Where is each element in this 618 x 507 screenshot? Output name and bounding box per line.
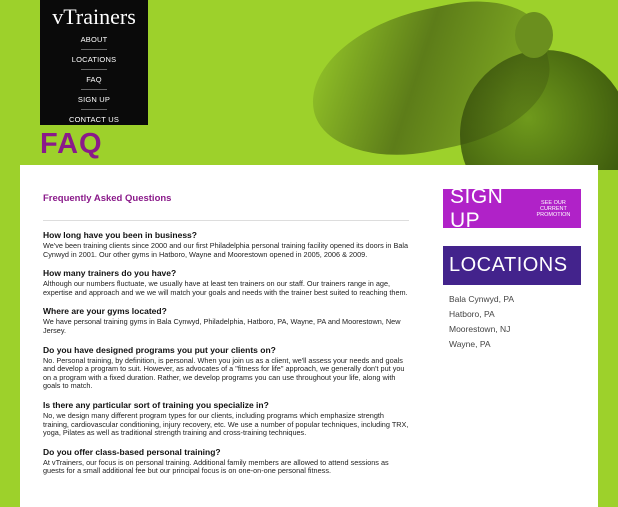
nav-panel: vTrainers ABOUT LOCATIONS FAQ SIGN UP CO…: [40, 0, 148, 125]
faq-heading: Frequently Asked Questions: [43, 193, 172, 204]
nav-divider: [81, 89, 107, 90]
faq-question: Where are your gyms located?: [43, 306, 167, 317]
faq-question: How many trainers do you have?: [43, 268, 177, 279]
logo[interactable]: vTrainers: [40, 0, 148, 30]
nav-divider: [81, 49, 107, 50]
faq-item: Do you offer class-based personal traini…: [43, 447, 409, 476]
nav-faq[interactable]: FAQ: [40, 72, 148, 87]
nav-divider: [81, 69, 107, 70]
content-panel: Frequently Asked Questions How long have…: [20, 165, 598, 507]
faq-answer: No. Personal training, by definition, is…: [43, 355, 405, 391]
faq-item: How many trainers do you have? Although …: [43, 268, 409, 297]
faq-column: Frequently Asked Questions How long have…: [43, 165, 409, 476]
faq-answer: Although our numbers fluctuate, we usual…: [43, 279, 408, 297]
sign-up-banner[interactable]: SIGN UP SEE OUR CURRENT PROMOTION: [443, 185, 581, 232]
nav-about[interactable]: ABOUT: [40, 32, 148, 47]
faq-answer: At vTrainers, our focus is on personal t…: [43, 457, 389, 476]
nav-contact-us[interactable]: CONTACT US: [40, 112, 148, 127]
faq-question: How long have you been in business?: [43, 230, 197, 240]
location-item: Hatboro, PA: [449, 309, 495, 319]
faq-question: Do you offer class-based personal traini…: [43, 446, 221, 457]
faq-answer: We've been training clients since 2000 a…: [43, 241, 409, 259]
nav-locations[interactable]: LOCATIONS: [40, 52, 148, 67]
faq-answer: We have personal training gyms in Bala C…: [43, 317, 401, 335]
location-item: Wayne, PA: [449, 339, 491, 349]
locations-list: Bala Cynwyd, PA Hatboro, PA Moorestown, …: [443, 292, 581, 352]
woman-head: [515, 12, 553, 58]
locations-banner[interactable]: LOCATIONS: [443, 246, 581, 285]
nav-divider: [81, 109, 107, 110]
nav-sign-up[interactable]: SIGN UP: [40, 92, 148, 107]
faq-item: How long have you been in business? We'v…: [43, 230, 409, 259]
page-title: FAQ: [40, 128, 103, 160]
promotion-link[interactable]: SEE OUR CURRENT PROMOTION: [534, 200, 573, 218]
hero-photo: [250, 0, 618, 170]
faq-answer: No, we design many different program typ…: [43, 410, 409, 438]
sidebar: SIGN UP SEE OUR CURRENT PROMOTION LOCATI…: [443, 185, 581, 352]
faq-item: Is there any particular sort of training…: [43, 400, 409, 438]
locations-label: LOCATIONS: [449, 254, 568, 276]
location-item: Moorestown, NJ: [449, 324, 511, 334]
location-item: Bala Cynwyd, PA: [449, 294, 515, 304]
divider: [43, 220, 409, 221]
main-nav: ABOUT LOCATIONS FAQ SIGN UP CONTACT US: [40, 32, 148, 127]
faq-question: Is there any particular sort of training…: [43, 399, 269, 410]
faq-item: Do you have designed programs you put yo…: [43, 345, 409, 391]
faq-question: Do you have designed programs you put yo…: [43, 344, 276, 355]
faq-item: Where are your gyms located? We have per…: [43, 306, 409, 335]
sign-up-label: SIGN UP: [450, 184, 504, 232]
